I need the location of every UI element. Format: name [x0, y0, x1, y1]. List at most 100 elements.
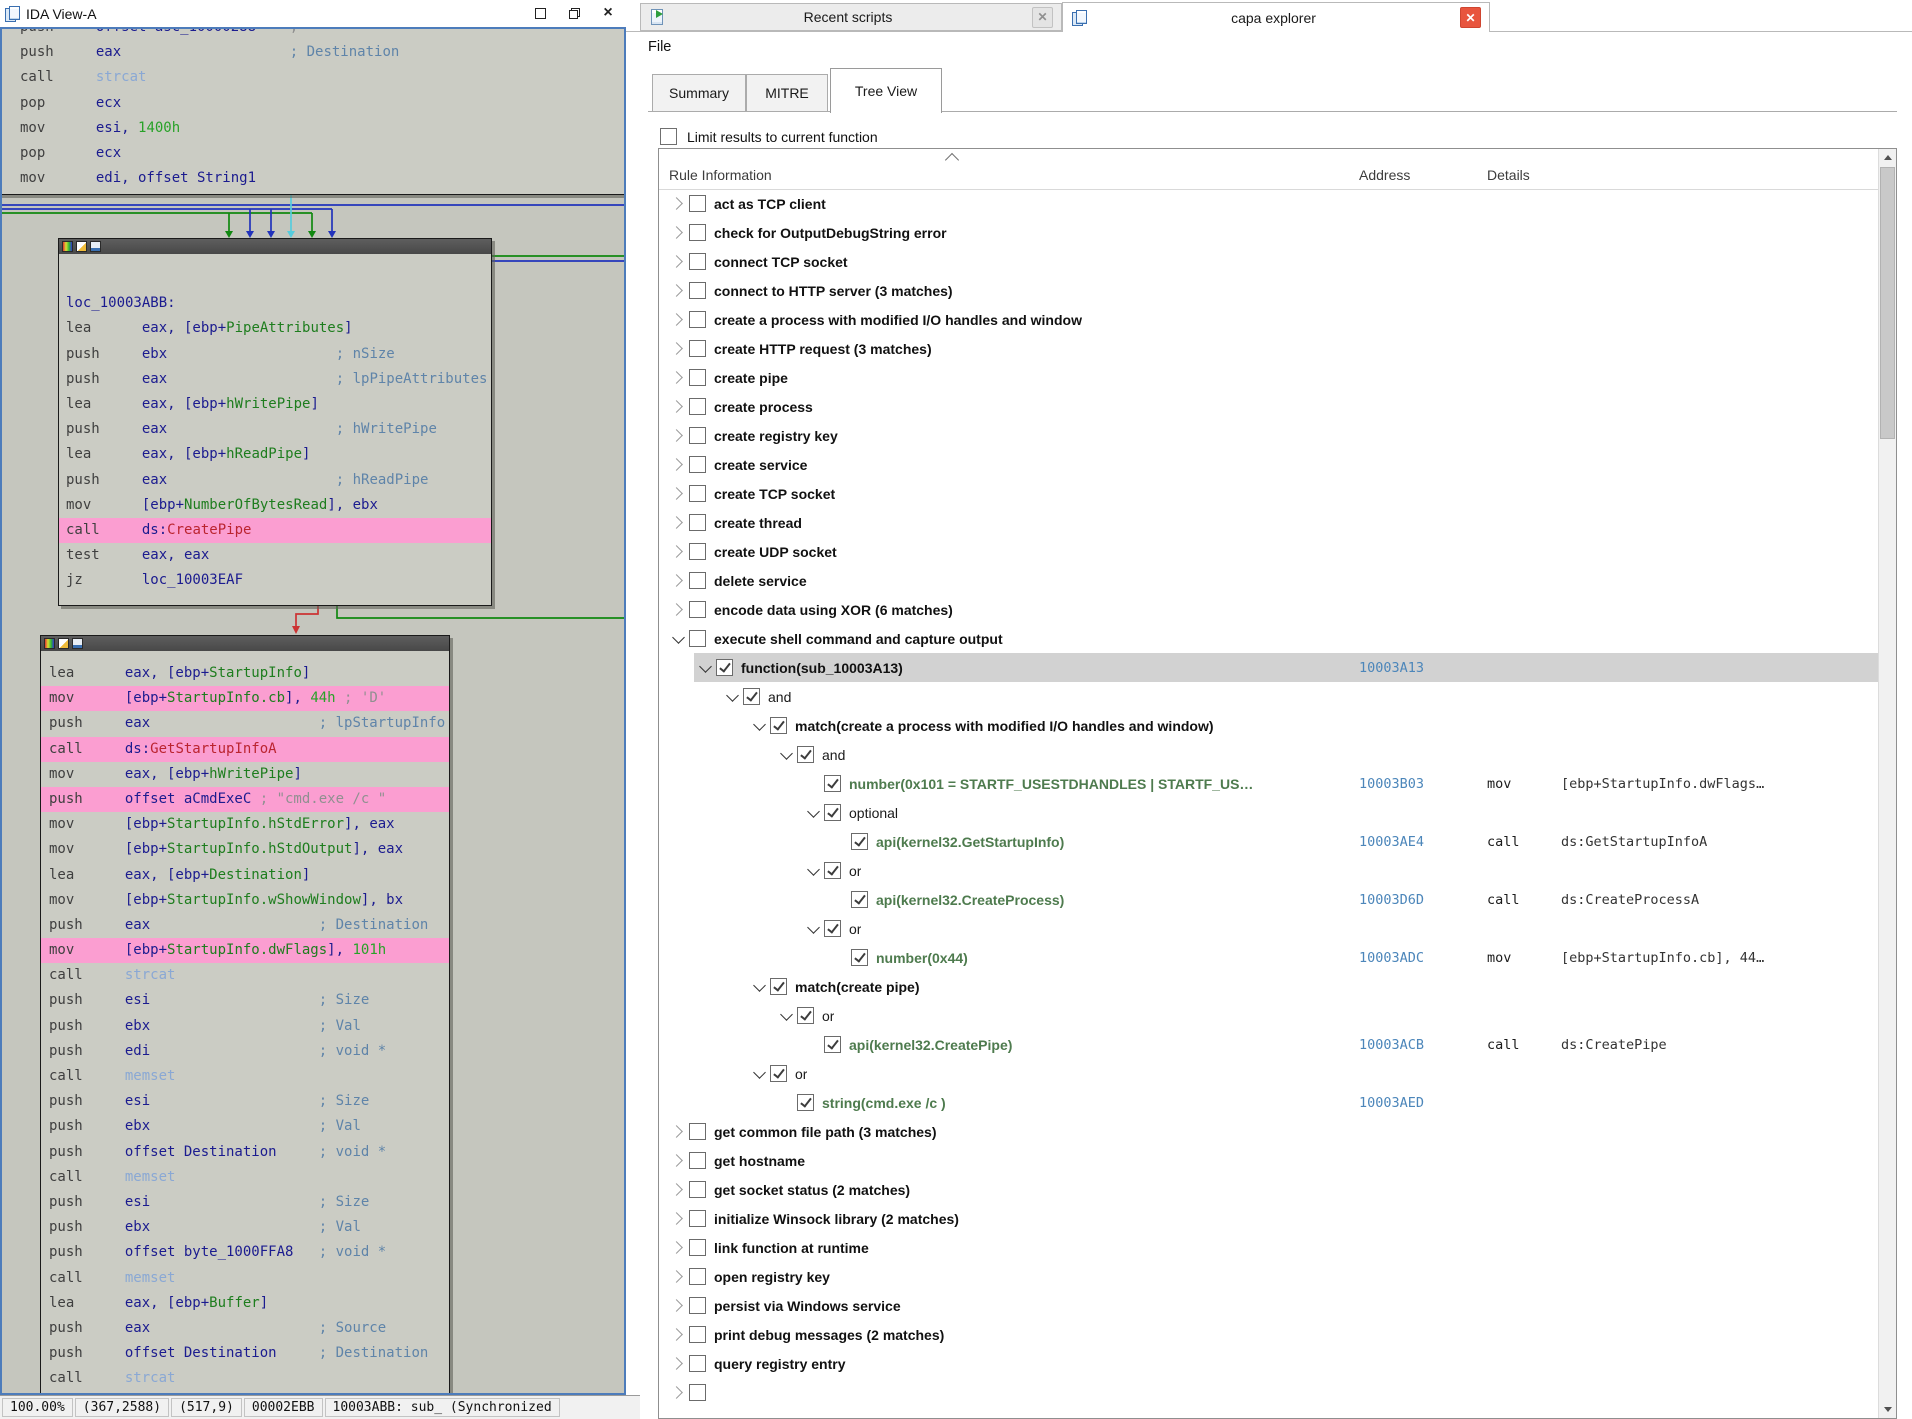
checkbox-unchecked[interactable]	[689, 1355, 706, 1372]
chevron-down-icon[interactable]	[777, 1007, 795, 1025]
tree-row[interactable]: optional	[660, 798, 1878, 827]
checkbox-unchecked[interactable]	[689, 1210, 706, 1227]
chevron-down-icon[interactable]	[750, 717, 768, 735]
menu-file[interactable]: File	[648, 36, 690, 58]
tree-row[interactable]	[660, 1378, 1878, 1407]
chevron-down-icon[interactable]	[723, 688, 741, 706]
checkbox-unchecked[interactable]	[689, 601, 706, 618]
chevron-right-icon[interactable]	[669, 601, 687, 619]
chevron-right-icon[interactable]	[669, 485, 687, 503]
checkbox-unchecked[interactable]	[689, 514, 706, 531]
scrollbar-thumb[interactable]	[1880, 167, 1895, 439]
tree-row[interactable]: create process	[660, 392, 1878, 421]
column-details[interactable]: Details	[1487, 167, 1530, 183]
tree-row[interactable]: persist via Windows service	[660, 1291, 1878, 1320]
tree-row[interactable]: create registry key	[660, 421, 1878, 450]
chevron-right-icon[interactable]	[669, 514, 687, 532]
chevron-down-icon[interactable]	[804, 920, 822, 938]
graph-node-block-startupinfo[interactable]: lea eax, [ebp+StartupInfo]mov [ebp+Start…	[40, 635, 450, 1395]
tree-row[interactable]: number(0x101 = STARTF_USESTDHANDLES | ST…	[660, 769, 1878, 798]
tree-row[interactable]: create UDP socket	[660, 537, 1878, 566]
tree-row[interactable]: string(cmd.exe /c )10003AED	[660, 1088, 1878, 1117]
tree-row[interactable]: get hostname	[660, 1146, 1878, 1175]
chevron-right-icon[interactable]	[669, 1152, 687, 1170]
checkbox-unchecked[interactable]	[689, 253, 706, 270]
tree-header[interactable]: Rule Information Address Details	[659, 149, 1896, 190]
checkbox-checked[interactable]	[851, 949, 868, 966]
chevron-right-icon[interactable]	[669, 456, 687, 474]
chevron-down-icon[interactable]	[750, 978, 768, 996]
chevron-down-icon[interactable]	[750, 1065, 768, 1083]
chevron-down-icon[interactable]	[777, 746, 795, 764]
chevron-right-icon[interactable]	[669, 1210, 687, 1228]
tree-row[interactable]: api(kernel32.CreateProcess)10003D6Dcalld…	[660, 885, 1878, 914]
tree-row[interactable]: delete service	[660, 566, 1878, 595]
checkbox-checked[interactable]	[824, 804, 841, 821]
checkbox-checked[interactable]	[824, 920, 841, 937]
checkbox-unchecked[interactable]	[689, 1384, 706, 1401]
chevron-right-icon[interactable]	[669, 195, 687, 213]
tree-row[interactable]: initialize Winsock library (2 matches)	[660, 1204, 1878, 1233]
scroll-down-button[interactable]	[1879, 1401, 1896, 1418]
checkbox-unchecked[interactable]	[689, 311, 706, 328]
checkbox-checked[interactable]	[716, 659, 733, 676]
tree-row[interactable]: and	[660, 682, 1878, 711]
chevron-down-icon[interactable]	[669, 630, 687, 648]
node-color-icon[interactable]	[62, 241, 73, 252]
checkbox-unchecked[interactable]	[689, 1326, 706, 1343]
tree-row[interactable]: execute shell command and capture output	[660, 624, 1878, 653]
graph-node-block-top[interactable]: push offset asc_10000288 ; "push eax ; D…	[0, 27, 626, 195]
maximize-button[interactable]	[530, 4, 550, 22]
tree-row[interactable]: connect to HTTP server (3 matches)	[660, 276, 1878, 305]
checkbox-unchecked[interactable]	[689, 195, 706, 212]
tab-mitre[interactable]: MITRE	[746, 74, 828, 112]
graph-node-block-loc-10003ABB[interactable]: loc_10003ABB:lea eax, [ebp+PipeAttribute…	[58, 238, 492, 606]
tree-row[interactable]: create TCP socket	[660, 479, 1878, 508]
checkbox-checked[interactable]	[770, 1065, 787, 1082]
tree-row[interactable]: create pipe	[660, 363, 1878, 392]
checkbox-checked[interactable]	[797, 746, 814, 763]
checkbox-checked[interactable]	[851, 833, 868, 850]
checkbox-unchecked[interactable]	[689, 1297, 706, 1314]
tab-summary[interactable]: Summary	[652, 74, 746, 112]
ida-window-titlebar[interactable]: IDA View-A ×	[0, 0, 640, 27]
checkbox-checked[interactable]	[770, 717, 787, 734]
rule-tree-table[interactable]: Rule Information Address Details act as …	[658, 148, 1897, 1419]
close-button[interactable]: ×	[598, 4, 618, 22]
checkbox-unchecked[interactable]	[689, 1152, 706, 1169]
chevron-down-icon[interactable]	[804, 862, 822, 880]
chevron-right-icon[interactable]	[669, 1239, 687, 1257]
checkbox-unchecked[interactable]	[689, 224, 706, 241]
tree-row[interactable]: create thread	[660, 508, 1878, 537]
tree-row[interactable]: print debug messages (2 matches)	[660, 1320, 1878, 1349]
chevron-right-icon[interactable]	[669, 1297, 687, 1315]
node-edit-icon[interactable]	[76, 241, 87, 252]
checkbox-unchecked[interactable]	[689, 1268, 706, 1285]
checkbox-checked[interactable]	[851, 891, 868, 908]
chevron-right-icon[interactable]	[669, 282, 687, 300]
chevron-right-icon[interactable]	[669, 340, 687, 358]
checkbox-checked[interactable]	[743, 688, 760, 705]
tree-row[interactable]: get socket status (2 matches)	[660, 1175, 1878, 1204]
checkbox-checked[interactable]	[824, 862, 841, 879]
node-chart-icon[interactable]	[72, 638, 83, 649]
limit-results-checkbox[interactable]	[660, 128, 677, 145]
checkbox-unchecked[interactable]	[689, 543, 706, 560]
chevron-right-icon[interactable]	[669, 224, 687, 242]
tree-row[interactable]: or	[660, 1001, 1878, 1030]
column-rule-information[interactable]: Rule Information	[669, 167, 772, 183]
tree-row[interactable]: function(sub_10003A13)10003A13	[660, 653, 1878, 682]
checkbox-unchecked[interactable]	[689, 572, 706, 589]
column-address[interactable]: Address	[1359, 167, 1410, 183]
ida-graph-view[interactable]: push offset asc_10000288 ; "push eax ; D…	[0, 27, 626, 1395]
checkbox-unchecked[interactable]	[689, 340, 706, 357]
checkbox-unchecked[interactable]	[689, 485, 706, 502]
checkbox-checked[interactable]	[824, 1036, 841, 1053]
tree-row[interactable]: get common file path (3 matches)	[660, 1117, 1878, 1146]
tree-row[interactable]: encode data using XOR (6 matches)	[660, 595, 1878, 624]
chevron-right-icon[interactable]	[669, 1123, 687, 1141]
checkbox-unchecked[interactable]	[689, 427, 706, 444]
tree-row[interactable]: create HTTP request (3 matches)	[660, 334, 1878, 363]
checkbox-unchecked[interactable]	[689, 398, 706, 415]
tree-row[interactable]: or	[660, 1059, 1878, 1088]
